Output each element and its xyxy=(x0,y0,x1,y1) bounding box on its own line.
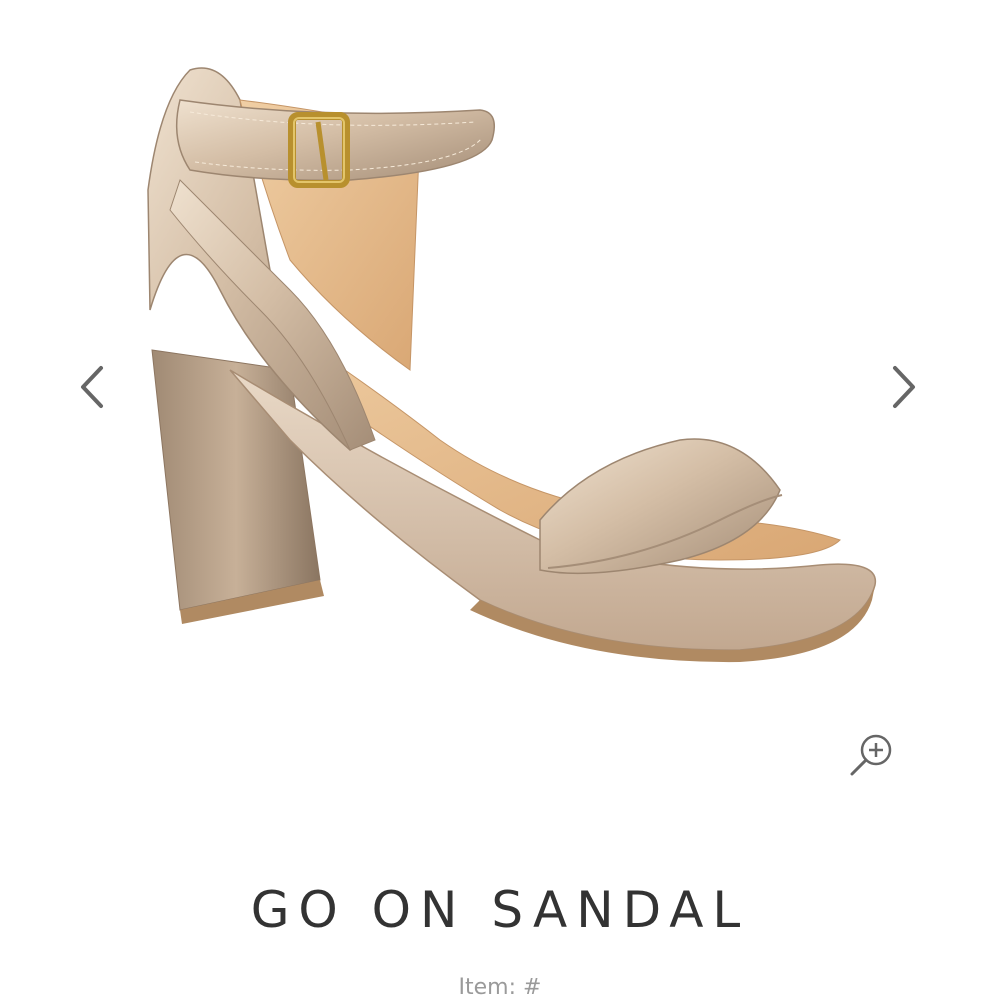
chevron-right-icon xyxy=(893,366,915,408)
next-image-button[interactable] xyxy=(884,362,924,412)
product-gallery xyxy=(0,0,1000,860)
chevron-left-icon xyxy=(81,366,103,408)
previous-image-button[interactable] xyxy=(72,362,112,412)
zoom-in-icon xyxy=(850,734,892,776)
item-number: Item: # xyxy=(458,975,542,1000)
product-image[interactable] xyxy=(120,40,900,700)
product-title: GO ON SANDAL xyxy=(250,881,750,939)
zoom-button[interactable] xyxy=(848,730,898,780)
